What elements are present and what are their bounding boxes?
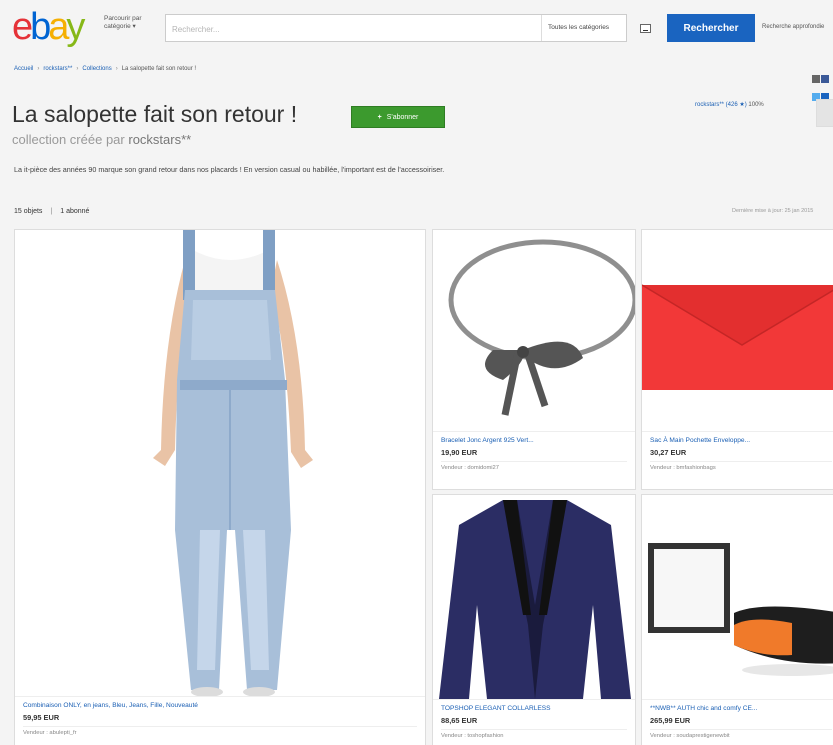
product-title[interactable]: **NWB** AUTH chic and comfy CE... xyxy=(650,704,832,713)
counts-separator: | xyxy=(50,208,53,215)
product-seller[interactable]: Vendeur : abulepti_fr xyxy=(23,726,417,738)
product-card[interactable]: Sac À Main Pochette Enveloppe... 30,27 E… xyxy=(641,229,833,490)
product-info: Combinaison ONLY, en jeans, Bleu, Jeans,… xyxy=(15,696,425,742)
follow-button[interactable]: + S'abonner xyxy=(351,106,445,128)
avatar[interactable] xyxy=(816,99,833,127)
category-dropdown-icon[interactable] xyxy=(640,24,651,33)
bracelet-image xyxy=(433,230,635,431)
breadcrumb-separator: › xyxy=(76,66,79,72)
product-price: 88,65 EUR xyxy=(441,716,478,725)
product-price: 19,90 EUR xyxy=(441,448,478,457)
clutch-image xyxy=(642,230,833,431)
breadcrumb-home[interactable]: Accueil xyxy=(14,66,33,72)
site-header: ebay Parcourir par catégorie ▾ Toutes le… xyxy=(0,0,833,52)
plus-icon: + xyxy=(377,113,382,121)
product-info: TOPSHOP ELEGANT COLLARLESS 88,65 EUR Ven… xyxy=(433,699,635,745)
product-image[interactable] xyxy=(433,230,635,431)
product-card[interactable]: Bracelet Jonc Argent 925 Vert... 19,90 E… xyxy=(432,229,636,490)
product-card[interactable]: **NWB** AUTH chic and comfy CE... 265,99… xyxy=(641,494,833,745)
product-price: 59,95 EUR xyxy=(23,713,60,722)
collection-creator: collection créée par rockstars** xyxy=(12,132,191,147)
collection-counts: 15 objets | 1 abonné xyxy=(14,208,89,215)
product-card[interactable]: Combinaison ONLY, en jeans, Bleu, Jeans,… xyxy=(14,229,426,745)
search-input[interactable] xyxy=(172,21,532,37)
product-seller[interactable]: Vendeur : bmfashionbags xyxy=(650,461,832,473)
logo-letter-a: a xyxy=(48,6,69,48)
product-price: 30,27 EUR xyxy=(650,448,687,457)
search-bar: Toutes les catégories xyxy=(165,14,627,42)
breadcrumb-separator: › xyxy=(115,66,118,72)
product-image[interactable] xyxy=(642,495,833,699)
follow-button-label: S'abonner xyxy=(386,113,419,121)
logo-letter-b: b xyxy=(30,6,51,48)
product-info: **NWB** AUTH chic and comfy CE... 265,99… xyxy=(642,699,833,745)
overalls-image xyxy=(15,230,425,696)
product-seller[interactable]: Vendeur : domidomi27 xyxy=(441,461,627,473)
followers-count[interactable]: 1 abonné xyxy=(60,208,89,215)
product-card[interactable]: TOPSHOP ELEGANT COLLARLESS 88,65 EUR Ven… xyxy=(432,494,636,745)
seller-rating: 100% xyxy=(748,102,764,108)
shop-by-category-button[interactable]: Parcourir par catégorie ▾ xyxy=(104,15,156,31)
breadcrumb-current: La salopette fait son retour ! xyxy=(121,66,197,72)
last-update: Dernière mise à jour: 25 jan 2015 xyxy=(732,208,814,214)
advanced-search-link[interactable]: Recherche approfondie xyxy=(762,24,824,30)
page-title: La salopette fait son retour ! xyxy=(12,101,298,127)
product-title[interactable]: TOPSHOP ELEGANT COLLARLESS xyxy=(441,704,627,713)
seller-info[interactable]: rockstars** (426 ★) 100% xyxy=(695,101,764,108)
product-image[interactable] xyxy=(642,230,833,431)
logo-letter-y: y xyxy=(66,6,85,48)
product-title[interactable]: Combinaison ONLY, en jeans, Bleu, Jeans,… xyxy=(23,701,417,710)
logo-letter-e: e xyxy=(12,6,33,48)
seller-name[interactable]: rockstars** (426 ★) xyxy=(695,102,747,108)
breadcrumb: Accueil › rockstars** › Collections › La salop… xyxy=(14,66,196,72)
ebay-logo[interactable]: ebay xyxy=(12,6,85,48)
created-by-prefix: collection créée par xyxy=(12,132,125,147)
product-seller[interactable]: Vendeur : toshopfashion xyxy=(441,729,627,741)
product-image[interactable] xyxy=(433,495,635,699)
product-info: Bracelet Jonc Argent 925 Vert... 19,90 E… xyxy=(433,431,635,477)
product-title[interactable]: Bracelet Jonc Argent 925 Vert... xyxy=(441,436,627,445)
breadcrumb-user[interactable]: rockstars** xyxy=(43,66,72,72)
product-price: 265,99 EUR xyxy=(650,716,691,725)
product-info: Sac À Main Pochette Enveloppe... 30,27 E… xyxy=(642,431,833,477)
blazer-image xyxy=(433,495,635,699)
collection-description: La it-pièce des années 90 marque son gra… xyxy=(14,165,445,174)
shoes-image xyxy=(642,495,833,699)
breadcrumb-separator: › xyxy=(37,66,40,72)
product-image[interactable] xyxy=(15,230,425,696)
product-title[interactable]: Sac À Main Pochette Enveloppe... xyxy=(650,436,832,445)
product-seller[interactable]: Vendeur : soudaprestigenewbit xyxy=(650,729,832,741)
creator-link[interactable]: rockstars** xyxy=(128,132,191,147)
email-icon[interactable] xyxy=(812,75,820,83)
breadcrumb-collections[interactable]: Collections xyxy=(82,66,111,72)
category-select[interactable]: Toutes les catégories xyxy=(541,15,627,41)
facebook-icon[interactable] xyxy=(821,75,829,83)
items-count: 15 objets xyxy=(14,208,43,215)
search-button[interactable]: Rechercher xyxy=(667,14,755,42)
